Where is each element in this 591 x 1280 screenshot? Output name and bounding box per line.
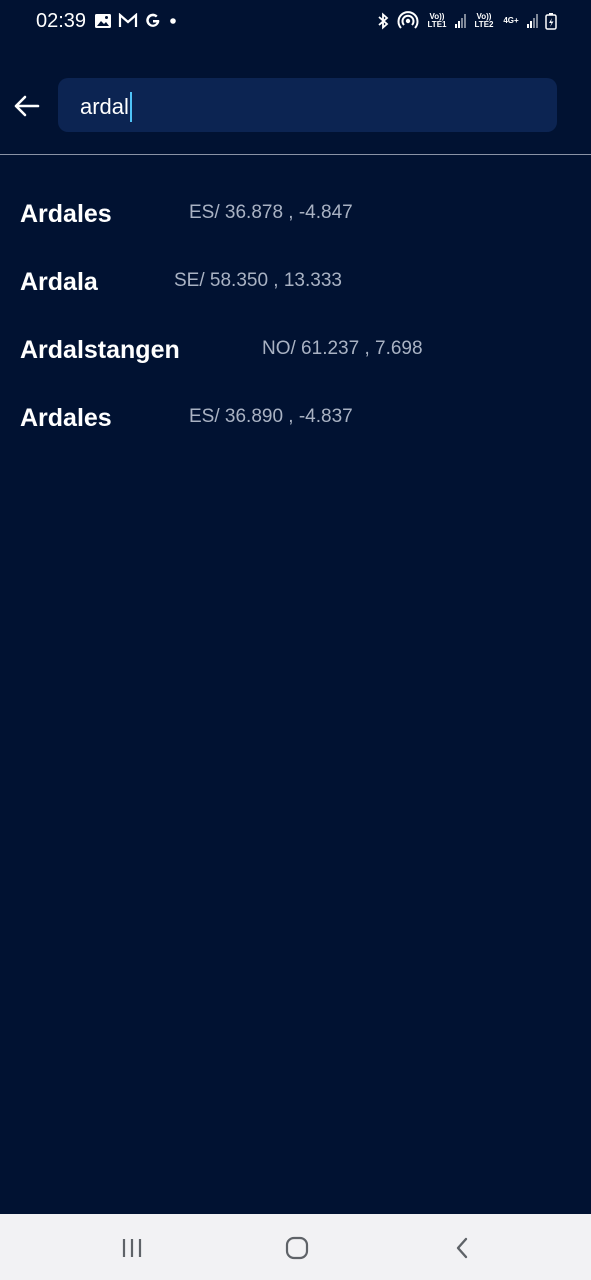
gmail-icon (118, 13, 138, 27)
home-button[interactable] (277, 1228, 317, 1268)
dot-icon (170, 18, 176, 24)
result-item[interactable]: Ardalstangen NO/ 61.237 , 7.698 (0, 316, 591, 384)
gallery-icon (95, 14, 111, 28)
result-name: Ardalstangen (20, 336, 180, 364)
home-icon (285, 1236, 309, 1260)
system-nav-bar (0, 1214, 591, 1280)
result-item[interactable]: Ardales ES/ 36.890 , -4.837 (0, 384, 591, 452)
network-type: 4G+ (503, 16, 519, 25)
header-divider (0, 154, 591, 155)
back-button[interactable] (10, 86, 42, 126)
sim2-signal-icon (527, 14, 538, 28)
status-bar: 02:39 Vo)) LTE1 Vo)) LTE2 4G+ (0, 0, 591, 46)
text-caret (129, 92, 132, 122)
sim1-label: Vo)) LTE1 (427, 12, 447, 29)
result-coords: NO/ 61.237 , 7.698 (262, 338, 423, 359)
bluetooth-icon (378, 12, 389, 30)
arrow-left-icon (14, 95, 40, 117)
result-name: Ardala (20, 268, 98, 296)
result-name: Ardales (20, 200, 112, 228)
search-input[interactable]: ardal (58, 78, 557, 132)
results-list: Ardales ES/ 36.878 , -4.847 Ardala SE/ 5… (0, 180, 591, 452)
result-coords: ES/ 36.890 , -4.837 (189, 406, 353, 427)
google-icon (146, 13, 160, 27)
battery-icon (545, 13, 557, 30)
sim2-label: Vo)) LTE2 (474, 12, 494, 29)
status-time: 02:39 (36, 10, 87, 32)
result-coords: SE/ 58.350 , 13.333 (174, 270, 342, 291)
nav-back-button[interactable] (442, 1228, 482, 1268)
recents-button[interactable] (112, 1228, 152, 1268)
result-item[interactable]: Ardala SE/ 58.350 , 13.333 (0, 248, 591, 316)
search-query: ardal (80, 94, 129, 119)
system-icons: Vo)) LTE1 Vo)) LTE2 4G+ (376, 11, 557, 31)
notification-icons (94, 12, 178, 30)
result-name: Ardales (20, 404, 112, 432)
recents-icon (122, 1239, 142, 1257)
result-coords: ES/ 36.878 , -4.847 (189, 202, 353, 223)
search-input-value[interactable]: ardal (80, 92, 132, 122)
chevron-left-icon (456, 1237, 468, 1259)
result-item[interactable]: Ardales ES/ 36.878 , -4.847 (0, 180, 591, 248)
hotspot-icon (397, 11, 419, 29)
sim1-signal-icon (455, 14, 466, 28)
